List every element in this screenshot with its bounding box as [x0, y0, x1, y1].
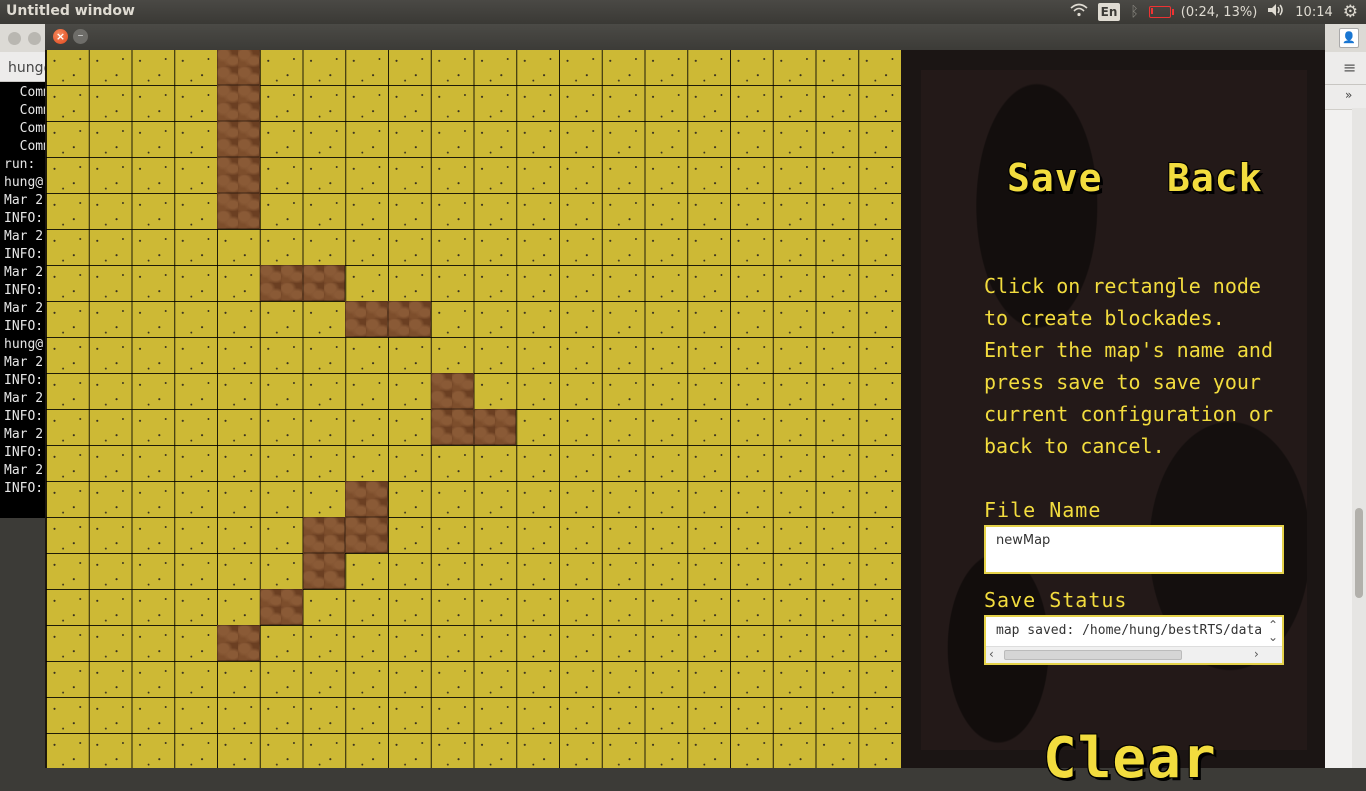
blockade-tile[interactable] [259, 589, 303, 625]
game-titlebar: × – [45, 24, 1325, 50]
background-browser-window: 👤 ≡ » [1325, 24, 1366, 768]
blockade-tile[interactable] [345, 481, 388, 517]
back-button[interactable]: Back [1167, 156, 1263, 200]
blockade-tile[interactable] [388, 301, 431, 337]
terminal-minimize-icon[interactable] [28, 32, 41, 45]
editor-side-panel: Save Back Click on rectangle node to cre… [902, 50, 1325, 791]
blockade-tile[interactable] [302, 265, 346, 301]
battery-fill [1150, 8, 1153, 14]
file-name-input[interactable] [984, 525, 1284, 574]
volume-icon[interactable] [1267, 3, 1285, 21]
terminal-close-icon[interactable] [8, 32, 21, 45]
instructions-text: Click on rectangle node to create blocka… [984, 274, 1273, 458]
blockade-tile[interactable] [345, 301, 388, 337]
top-panel: Untitled window En ᛒ (0:24, 13%) 10:14 ⚙ [0, 0, 1366, 24]
window-title: Untitled window [6, 3, 135, 19]
blockade-tile[interactable] [345, 517, 388, 553]
blockade-tile[interactable] [217, 50, 260, 85]
blockade-tile[interactable] [259, 265, 303, 301]
blockade-tile[interactable] [430, 373, 474, 409]
bookmarks-bar: » [1325, 85, 1366, 110]
editor-panel-background: Save Back Click on rectangle node to cre… [921, 70, 1307, 791]
clock[interactable]: 10:14 [1295, 5, 1332, 20]
blockade-tile[interactable] [302, 517, 346, 553]
save-button[interactable]: Save [1007, 156, 1103, 200]
system-tray: En ᛒ (0:24, 13%) 10:14 ⚙ [1070, 0, 1366, 24]
blockade-tile[interactable] [217, 85, 260, 121]
blockade-tile[interactable] [217, 157, 260, 193]
save-status-field[interactable]: map saved: /home/hung/bestRTS/data ⌃ ⌄ ‹… [984, 615, 1284, 665]
menu-icon[interactable]: ≡ [1343, 58, 1356, 77]
minimize-icon[interactable]: – [73, 29, 88, 44]
gear-icon[interactable]: ⚙ [1343, 2, 1358, 22]
scrollbar-thumb[interactable] [1355, 508, 1363, 598]
game-window: × – Save Back Click on rectangle node to… [45, 24, 1325, 791]
hscroll-thumb[interactable] [1004, 650, 1182, 660]
browser-toolbar: ≡ [1325, 52, 1366, 85]
browser-titlebar: 👤 [1325, 24, 1366, 52]
blockade-tile[interactable] [217, 625, 260, 661]
map-grid[interactable] [46, 50, 901, 768]
close-icon[interactable]: × [53, 29, 68, 44]
save-status-text: map saved: /home/hung/bestRTS/data [996, 623, 1263, 638]
wifi-icon[interactable] [1070, 3, 1088, 21]
battery-status[interactable]: (0:24, 13%) [1181, 5, 1258, 20]
save-status-label: Save Status [984, 588, 1128, 612]
blockade-tile[interactable] [302, 553, 346, 589]
save-status-hscrollbar[interactable]: ‹ › [986, 646, 1282, 663]
bookmarks-overflow-icon[interactable]: » [1345, 88, 1352, 102]
blockade-tile[interactable] [217, 193, 260, 229]
keyboard-layout-indicator[interactable]: En [1097, 3, 1121, 21]
clear-button[interactable]: Clear [1043, 726, 1217, 791]
bluetooth-icon[interactable]: ᛒ [1130, 4, 1138, 20]
blockade-tile[interactable] [430, 409, 474, 445]
blockade-tile[interactable] [217, 121, 260, 157]
file-name-label: File Name [984, 498, 1102, 522]
scroll-down-icon[interactable]: ⌄ [1268, 631, 1278, 643]
account-icon[interactable]: 👤 [1339, 28, 1359, 48]
scroll-right-icon[interactable]: › [1254, 648, 1259, 660]
scroll-left-icon[interactable]: ‹ [989, 648, 994, 660]
battery-icon[interactable] [1148, 6, 1174, 18]
blockade-tile[interactable] [473, 409, 517, 445]
browser-scrollbar[interactable] [1352, 108, 1366, 768]
